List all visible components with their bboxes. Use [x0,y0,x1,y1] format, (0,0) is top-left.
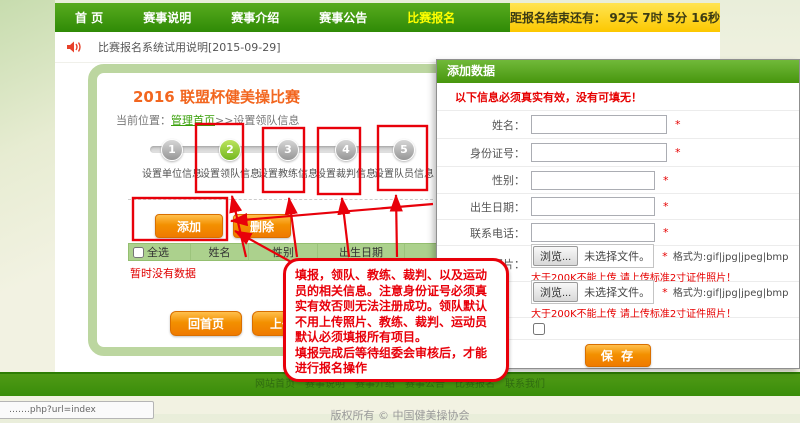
modal-checkbox[interactable] [533,323,545,335]
field-row-id-number: 身份证号： * [437,139,799,167]
birthdate-field[interactable] [531,197,655,216]
step-5-circle: 5 [393,139,415,161]
step-1-label: 设置单位信息 [140,165,204,180]
page-title: 2016 联盟杯健美操比赛 [133,86,300,107]
breadcrumb-link-admin-home[interactable]: 管理首页 [171,114,215,127]
step-3-circle: 3 [277,139,299,161]
photo2-file-input: 浏览... 未选择文件。 [531,280,654,304]
nav-item-home[interactable]: 首 页 [55,9,123,26]
step-3-coach-info: 3 设置教练信息 [256,139,320,180]
save-button[interactable]: 保 存 [585,344,651,367]
countdown-label: 距报名结束还有： [510,9,606,26]
required-mark: * [675,118,681,131]
breadcrumb-current: >>设置领队信息 [215,114,299,127]
browse-button-2[interactable]: 浏览... [533,282,578,302]
nav-item-event-intro[interactable]: 赛事说明 [123,9,211,26]
no-file-text-2: 未选择文件。 [584,284,650,300]
birthdate-label: 出生日期： [437,199,525,215]
table-header-select-all: 全选 [129,244,191,260]
step-4-circle: 4 [335,139,357,161]
required-mark: * [663,174,669,187]
phone-label: 联系电话： [437,225,525,241]
nav-item-registration[interactable]: 比赛报名 [387,9,475,26]
table-col-name: 姓名 [191,244,249,260]
modal-notice: 以下信息必须真实有效，没有可填无！ [455,89,642,105]
modal-title: 添加数据 [437,60,799,83]
left-decor-strip [0,0,55,372]
step-4-label: 设置裁判信息 [314,165,378,180]
breadcrumb: 当前位置：管理首页>>设置领队信息 [116,112,299,128]
step-5-player-info: 5 设置队员信息 [372,139,436,180]
field-row-name: 姓名： * [437,111,799,139]
nav-item-event-notice[interactable]: 赛事公告 [299,9,387,26]
countdown-value: 92天 7时 5分 16秒 [609,9,720,26]
field-row-gender: 性别： * [437,167,799,194]
field-row-phone: 联系电话： * [437,220,799,246]
page: { "nav": { "items": [ {"label": "首 页"}, … [0,0,800,414]
required-mark: * [663,226,669,239]
step-5-label: 设置队员信息 [372,165,436,180]
delete-button[interactable]: 删除 [233,214,291,238]
section-divider [128,199,433,200]
gender-label: 性别： [437,172,525,188]
annotation-note-bubble: 填报，领队、教练、裁判、以及运动 员的相关信息。注意身份证号必须真 实有效否则无… [283,258,509,382]
photo2-size-note: 大于200K不能上传 请上传标准2寸证件照片！ [531,305,789,320]
breadcrumb-prefix: 当前位置： [116,114,171,127]
add-button[interactable]: 添加 [155,214,223,238]
name-label: 姓名： [437,117,525,133]
required-mark: * [663,200,669,213]
photo2-format-note: * 格式为:gif|jpg|jpeg|bmp [662,284,788,299]
modal-notice-row: 以下信息必须真实有效，没有可填无！ [437,83,799,111]
step-4-referee-info: 4 设置裁判信息 [314,139,378,180]
step-2-leader-info: 2 设置领队信息 [198,139,262,180]
id-number-field[interactable] [531,143,667,162]
table-empty-text: 暂时没有数据 [130,265,196,281]
name-field[interactable] [531,115,667,134]
select-all-checkbox[interactable] [133,247,144,258]
top-navbar: 首 页 赛事说明 赛事介绍 赛事公告 比赛报名 [55,3,510,32]
announcement-link[interactable]: 比赛报名系统试用说明[2015-09-29] [98,39,281,55]
browser-status-bar: …….php?url=index [0,401,154,419]
field-row-birthdate: 出生日期： * [437,194,799,220]
photo-format-note: * 格式为:gif|jpg|jpeg|bmp [662,248,788,263]
photo-file-input: 浏览... 未选择文件。 [531,244,654,268]
gender-field[interactable] [531,171,655,190]
step-2-label: 设置领队信息 [198,165,262,180]
step-1-unit-info: 1 设置单位信息 [140,139,204,180]
copyright-text: 版权所有 © 中国健美操协会 [280,407,520,423]
speaker-icon [67,38,82,57]
step-1-circle: 1 [161,139,183,161]
required-mark: * [675,146,681,159]
nav-item-event-about[interactable]: 赛事介绍 [211,9,299,26]
id-number-label: 身份证号： [437,145,525,161]
browse-button[interactable]: 浏览... [533,246,578,266]
countdown-bar: 距报名结束还有： 92天 7时 5分 16秒 [510,3,720,32]
back-home-button[interactable]: 回首页 [170,311,242,336]
no-file-text: 未选择文件。 [584,248,650,264]
phone-field[interactable] [531,223,655,242]
table-col-select-all: 全选 [147,244,169,260]
step-2-circle: 2 [219,139,241,161]
step-3-label: 设置教练信息 [256,165,320,180]
